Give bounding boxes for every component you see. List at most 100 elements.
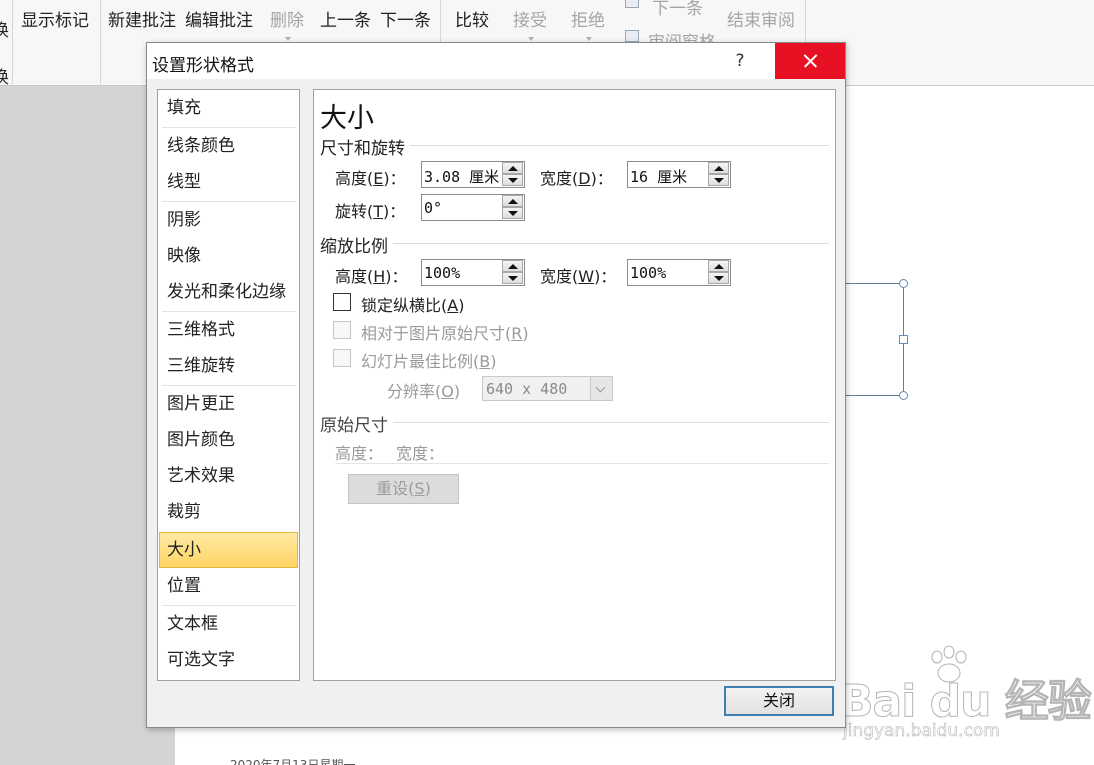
section-divider: [393, 243, 829, 244]
scale-width-label: 宽度(W)：: [540, 267, 617, 286]
ribbon-divider: [100, 0, 101, 86]
shape-outline: [845, 395, 903, 396]
ribbon-divider: [12, 0, 13, 86]
nav-item-glow-soft-edges[interactable]: 发光和柔化边缘: [159, 274, 298, 310]
spinner-arrows: [501, 195, 524, 220]
next-change-button[interactable]: 下一条: [652, 0, 703, 19]
delete-comment-button[interactable]: 删除: [270, 6, 304, 31]
nav-item-line-style[interactable]: 线型: [159, 164, 298, 200]
panel-title: 大小: [320, 103, 374, 134]
spinner-arrows: [501, 162, 524, 187]
baidu-watermark: Bai du 经验 jingyan.baidu.com: [835, 645, 1092, 745]
height-label: 高度(E)：: [335, 169, 406, 188]
size-panel: 大小 尺寸和旋转 高度(E)： 3.08 厘米 宽度(D)： 16 厘米 旋转(…: [313, 89, 836, 681]
height-value: 3.08 厘米: [424, 168, 500, 186]
new-comment-button[interactable]: 新建批注: [108, 6, 176, 31]
nav-item-line-color[interactable]: 线条颜色: [159, 128, 298, 164]
edit-comment-button[interactable]: 编辑批注: [185, 6, 253, 31]
scale-width-value: 100%: [630, 264, 667, 282]
scale-height-label: 高度(H)：: [335, 267, 408, 286]
original-width-label: 宽度：: [396, 444, 445, 463]
nav-item-artistic-effects[interactable]: 艺术效果: [159, 458, 298, 494]
width-spinner[interactable]: 16 厘米: [627, 161, 731, 188]
watermark-url: jingyan.baidu.com: [843, 721, 1000, 742]
rotation-label: 旋转(T)：: [335, 202, 406, 221]
lock-aspect-ratio-checkbox[interactable]: [333, 293, 351, 311]
chevron-down-icon: [586, 37, 592, 41]
watermark-brand: Bai du 经验: [840, 676, 1093, 728]
dialog-titlebar[interactable]: 设置形状格式 ?: [147, 43, 845, 79]
nav-item-alt-text[interactable]: 可选文字: [159, 642, 298, 678]
spinner-arrows: [501, 260, 524, 285]
scale-height-spinner[interactable]: 100%: [421, 259, 525, 286]
nav-item-reflection[interactable]: 映像: [159, 238, 298, 274]
compare-button[interactable]: 比较: [455, 6, 489, 31]
relative-original-size-checkbox[interactable]: [333, 321, 351, 339]
resolution-select[interactable]: 640 x 480: [482, 376, 613, 401]
help-button[interactable]: ?: [725, 43, 755, 79]
section-divider: [410, 145, 829, 146]
next-change-icon: [625, 0, 639, 8]
ribbon-cut-label: 换: [0, 21, 9, 41]
resolution-label: 分辨率(O): [387, 382, 461, 401]
spin-down-icon[interactable]: [502, 207, 523, 219]
format-shape-dialog: 设置形状格式 ? 填充 线条颜色 线型 阴影 映像 发光和柔化边缘 三维格式 三…: [146, 42, 846, 728]
nav-item-picture-corrections[interactable]: 图片更正: [159, 386, 298, 422]
spinner-arrows: [707, 162, 730, 187]
spin-down-icon[interactable]: [502, 272, 523, 284]
close-button[interactable]: 关闭: [724, 686, 834, 716]
category-list: 填充 线条颜色 线型 阴影 映像 发光和柔化边缘 三维格式 三维旋转 图片更正 …: [157, 89, 300, 681]
nav-item-position[interactable]: 位置: [159, 568, 298, 604]
spin-up-icon[interactable]: [708, 260, 729, 272]
section-divider: [393, 422, 829, 423]
resolution-value: 640 x 480: [486, 380, 568, 398]
nav-item-shadow[interactable]: 阴影: [159, 202, 298, 238]
scale-height-value: 100%: [424, 264, 461, 282]
best-scale-slideshow-label: 幻灯片最佳比例(B): [361, 352, 497, 371]
nav-item-3d-format[interactable]: 三维格式: [159, 312, 298, 348]
scale-width-spinner[interactable]: 100%: [627, 259, 731, 286]
nav-item-3d-rotation[interactable]: 三维旋转: [159, 348, 298, 384]
next-comment-button[interactable]: 下一条: [380, 6, 431, 31]
rotation-spinner[interactable]: 0°: [421, 194, 525, 221]
nav-item-size[interactable]: 大小: [159, 532, 298, 568]
nav-item-crop[interactable]: 裁剪: [159, 494, 298, 530]
nav-item-picture-color[interactable]: 图片颜色: [159, 422, 298, 458]
spin-up-icon[interactable]: [502, 195, 523, 207]
height-spinner[interactable]: 3.08 厘米: [421, 161, 525, 188]
best-scale-slideshow-checkbox[interactable]: [333, 349, 351, 367]
chevron-down-icon: [285, 37, 291, 41]
resize-handle[interactable]: [899, 279, 908, 288]
nav-item-text-box[interactable]: 文本框: [159, 606, 298, 642]
chevron-down-icon[interactable]: [590, 377, 612, 400]
relative-original-size-label: 相对于图片原始尺寸(R): [361, 324, 529, 343]
resize-handle[interactable]: [899, 391, 908, 400]
lock-aspect-ratio-label: 锁定纵横比(A): [361, 296, 465, 315]
reviewing-pane-icon: [625, 30, 639, 42]
spin-down-icon[interactable]: [708, 174, 729, 186]
original-size-heading: 原始尺寸: [320, 416, 388, 436]
spinner-arrows: [707, 260, 730, 285]
spin-up-icon[interactable]: [502, 260, 523, 272]
spin-down-icon[interactable]: [708, 272, 729, 284]
dialog-title: 设置形状格式: [152, 56, 254, 76]
close-icon[interactable]: [775, 43, 845, 79]
section-divider: [335, 463, 829, 464]
accept-button[interactable]: 接受: [513, 6, 547, 31]
show-markup-button[interactable]: 显示标记: [21, 6, 89, 31]
chevron-down-icon: [528, 37, 534, 41]
document-date-text: 2020年7月13日星期一: [230, 758, 356, 765]
resize-handle[interactable]: [899, 335, 908, 344]
end-review-button[interactable]: 结束审阅: [727, 6, 795, 31]
previous-comment-button[interactable]: 上一条: [320, 6, 371, 31]
width-value: 16 厘米: [630, 168, 688, 186]
rotation-value: 0°: [424, 199, 443, 217]
reset-button[interactable]: 重设(S): [348, 474, 459, 504]
spin-up-icon[interactable]: [502, 162, 523, 174]
shape-outline: [845, 283, 903, 284]
spin-up-icon[interactable]: [708, 162, 729, 174]
spin-down-icon[interactable]: [502, 174, 523, 186]
nav-item-fill[interactable]: 填充: [159, 90, 298, 126]
reject-button[interactable]: 拒绝: [571, 6, 605, 31]
size-rotate-heading: 尺寸和旋转: [320, 139, 405, 159]
